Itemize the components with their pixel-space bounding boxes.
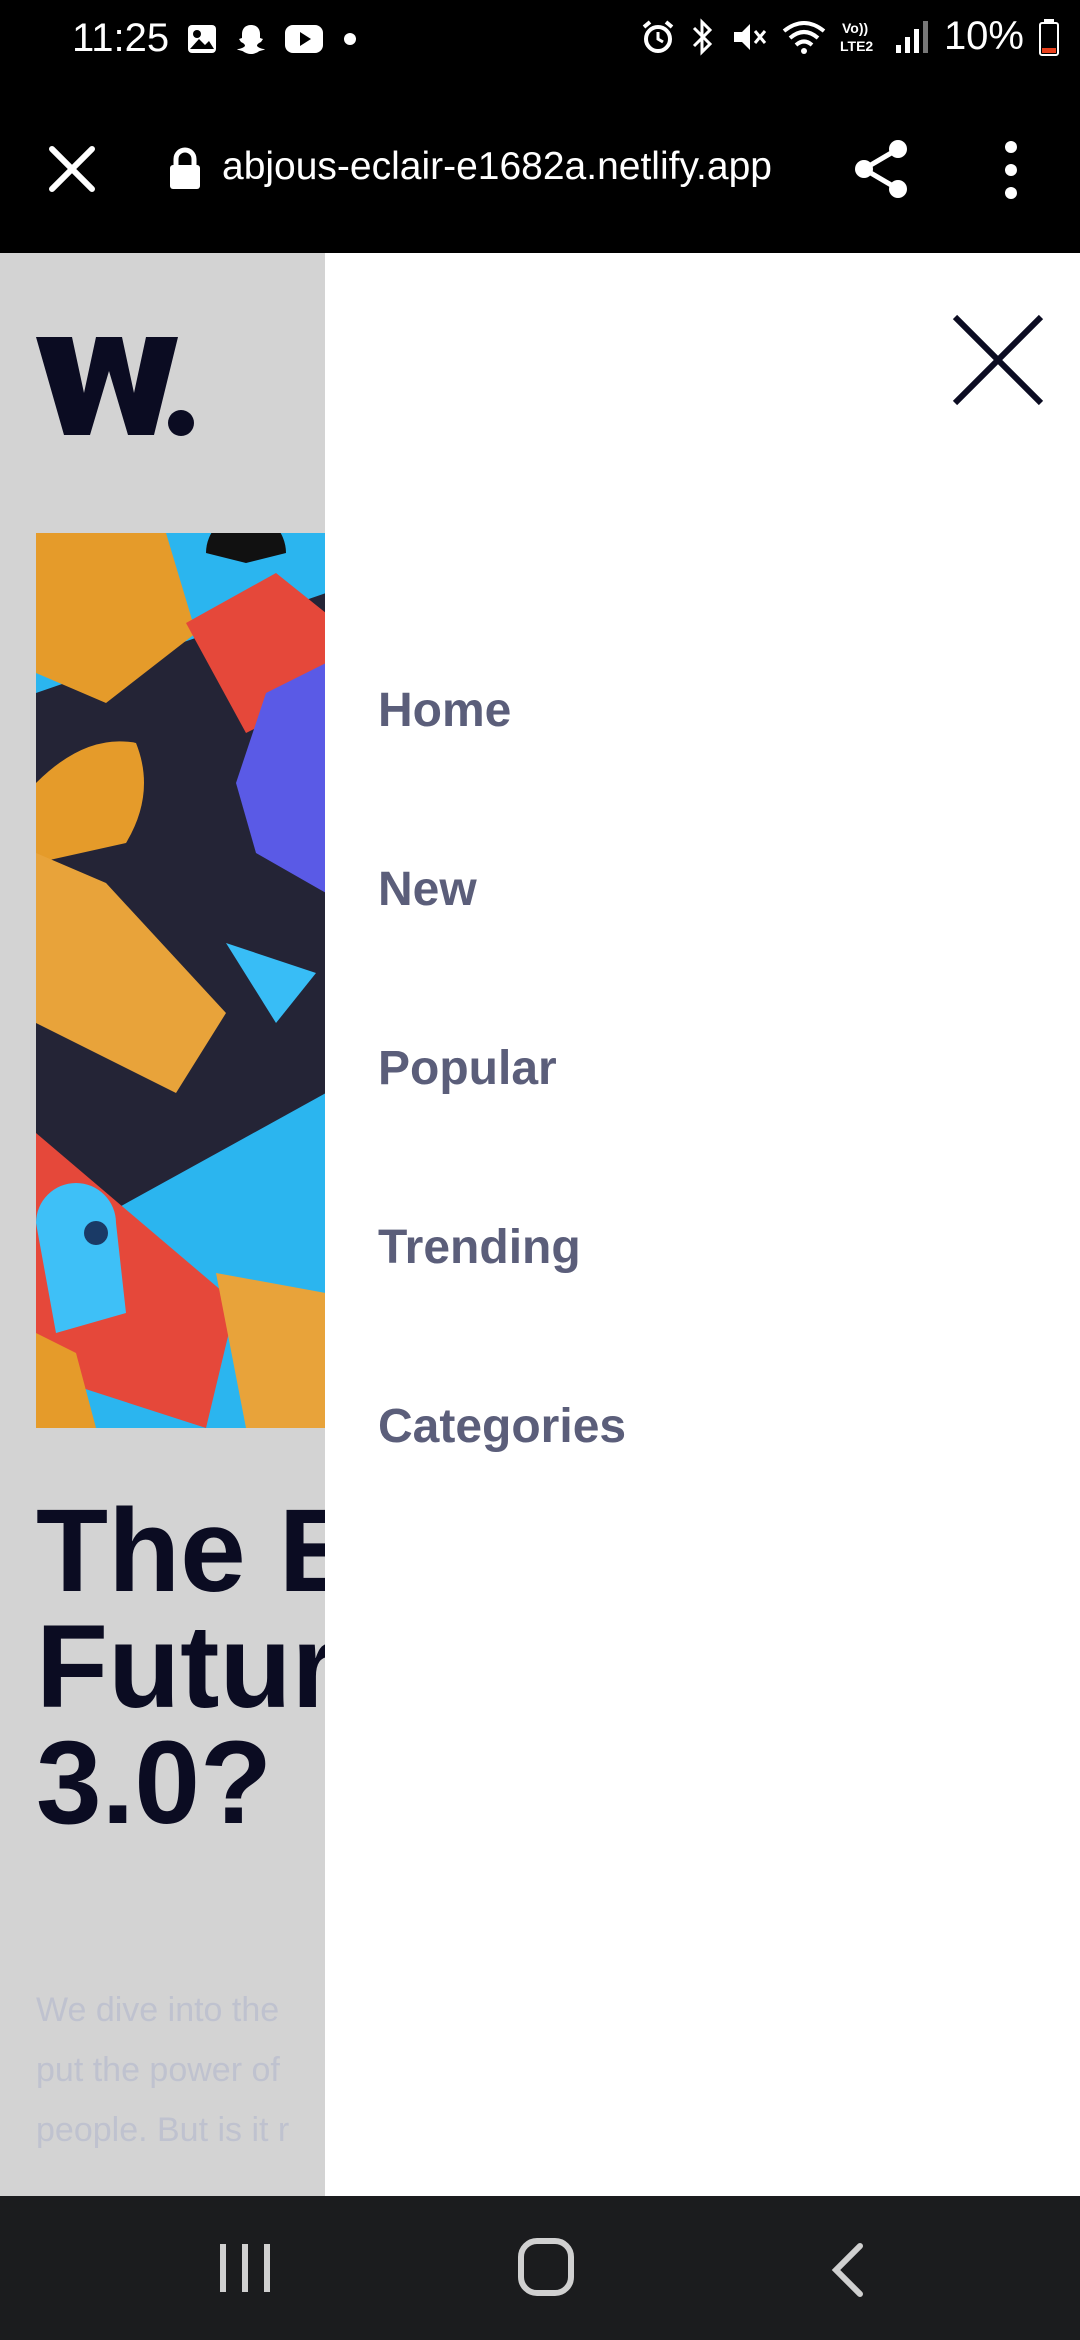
more-options-icon[interactable]: [1000, 139, 1022, 201]
nav-item-home[interactable]: Home: [378, 683, 626, 862]
recents-icon[interactable]: [216, 2238, 274, 2298]
close-menu-icon[interactable]: [951, 313, 1045, 407]
signal-icon: [895, 20, 928, 53]
svg-text:Vo)): Vo)): [842, 20, 868, 36]
page-behind-overlay[interactable]: The E Futur 3.0? We dive into the put th…: [0, 253, 325, 2196]
browser-toolbar: abjous-eclair-e1682a.netlify.app: [0, 85, 1080, 253]
volte-icon: Vo)) LTE2: [840, 20, 873, 54]
wifi-icon: [782, 20, 826, 54]
snapchat-icon: [237, 25, 265, 54]
lock-icon: [170, 147, 200, 189]
web-page: The E Futur 3.0? We dive into the put th…: [0, 253, 1080, 2196]
gallery-icon: [188, 25, 216, 53]
nav-item-new[interactable]: New: [378, 862, 626, 1041]
status-notification-icons: [186, 22, 360, 56]
nav-menu: Home New Popular Trending Categories: [378, 683, 626, 1578]
hero-image: [36, 533, 325, 1428]
battery-percentage: 10%: [943, 14, 1024, 58]
system-navigation-bar: [0, 2196, 1080, 2340]
site-logo[interactable]: [36, 331, 196, 441]
mute-icon: [733, 23, 767, 50]
nav-item-popular[interactable]: Popular: [378, 1041, 626, 1220]
share-icon[interactable]: [852, 137, 912, 201]
youtube-icon: [285, 25, 323, 53]
home-icon[interactable]: [516, 2236, 576, 2298]
bluetooth-icon: [692, 17, 713, 56]
status-system-icons: Vo)) LTE2 10%: [640, 14, 1060, 59]
navigation-drawer: Home New Popular Trending Categories: [325, 253, 1080, 2196]
alarm-icon: [642, 19, 674, 53]
status-bar: 11:25 Vo)) LTE2 10%: [0, 0, 1080, 85]
nav-item-categories[interactable]: Categories: [378, 1399, 626, 1578]
nav-item-trending[interactable]: Trending: [378, 1220, 626, 1399]
dot-icon: [344, 33, 356, 45]
close-tab-icon[interactable]: [44, 141, 100, 197]
status-time: 11:25: [72, 16, 170, 60]
url-bar[interactable]: abjous-eclair-e1682a.netlify.app: [222, 145, 792, 189]
article-headline[interactable]: The E Futur 3.0?: [36, 1492, 325, 1842]
svg-text:LTE2: LTE2: [840, 38, 873, 54]
article-excerpt: We dive into the put the power of people…: [36, 1991, 290, 2149]
battery-icon: [1039, 18, 1059, 56]
back-icon[interactable]: [828, 2240, 868, 2300]
